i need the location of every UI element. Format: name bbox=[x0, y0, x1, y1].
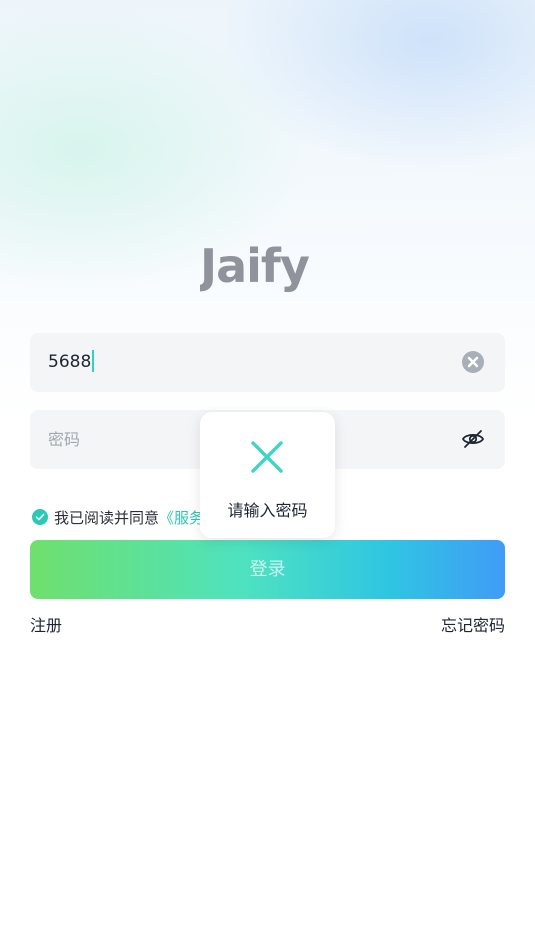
forgot-password-link[interactable]: 忘记密码 bbox=[441, 612, 505, 636]
close-x-icon bbox=[249, 439, 285, 475]
login-button[interactable]: 登录 bbox=[30, 540, 505, 599]
account-field[interactable]: 5688 bbox=[30, 333, 505, 392]
toast-message: 请输入密码 bbox=[227, 501, 308, 520]
svg-text:Jaify: Jaify bbox=[200, 239, 310, 293]
checkbox-checked-icon[interactable] bbox=[32, 509, 48, 525]
app-logo: Jaify bbox=[200, 236, 336, 300]
error-toast: 请输入密码 bbox=[200, 412, 335, 538]
account-input-value: 5688 bbox=[48, 352, 92, 372]
text-caret bbox=[92, 349, 95, 372]
clear-circle-icon[interactable] bbox=[461, 350, 485, 374]
password-placeholder: 密码 bbox=[48, 430, 81, 449]
eye-off-icon[interactable] bbox=[461, 427, 485, 451]
register-link[interactable]: 注册 bbox=[30, 612, 62, 636]
terms-link[interactable]: 《服务 bbox=[159, 507, 204, 528]
agreement-text: 我已阅读并同意 bbox=[54, 508, 160, 527]
